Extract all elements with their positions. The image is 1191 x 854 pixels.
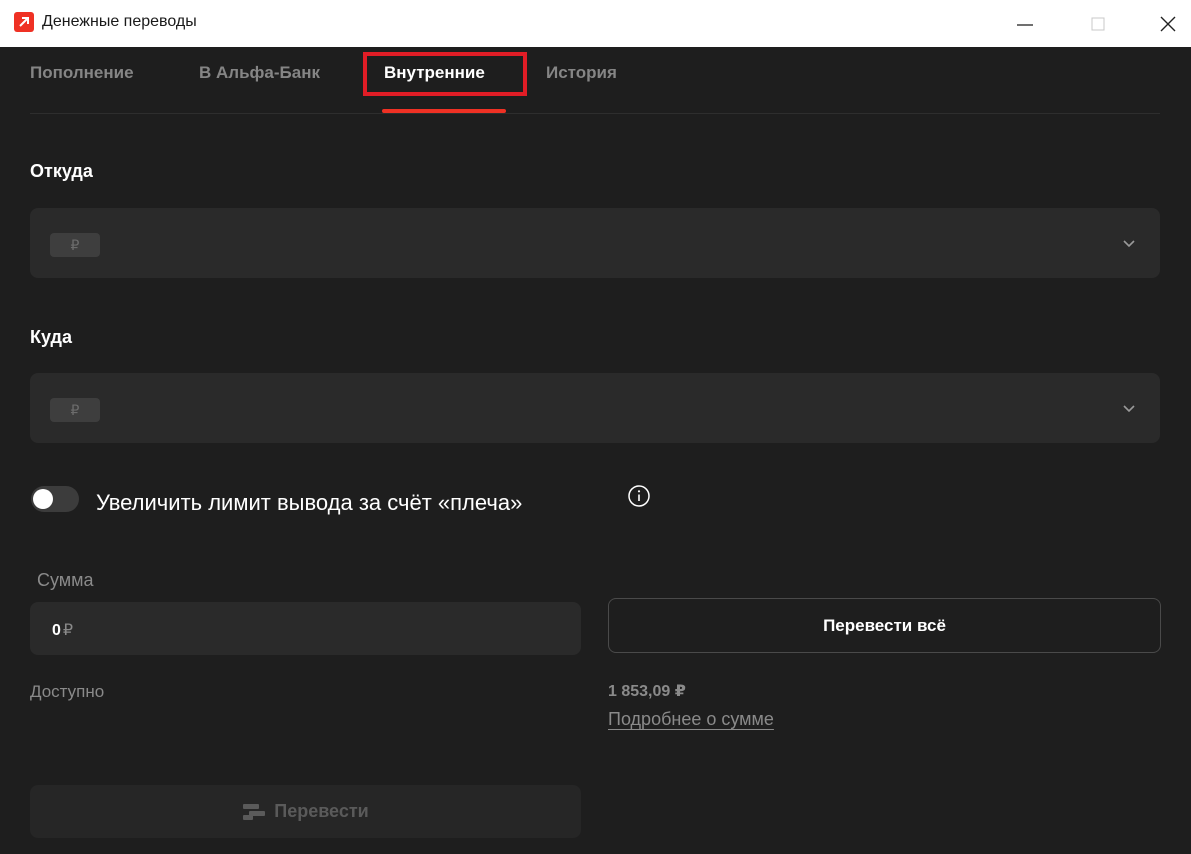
amount-label: Сумма — [37, 570, 94, 590]
maximize-icon — [1091, 17, 1105, 30]
amount-currency: ₽ — [62, 622, 74, 639]
close-icon — [1160, 16, 1176, 31]
tab-bar: Пополнение В Альфа-Банк Внутренние Истор… — [0, 47, 1191, 113]
to-label: Куда — [30, 327, 72, 347]
tab-history[interactable]: История — [546, 63, 617, 83]
transfer-button[interactable]: Перевести — [30, 785, 581, 838]
currency-chip: ₽ — [50, 233, 100, 257]
minimize-button[interactable] — [1002, 0, 1048, 47]
available-label: Доступно — [30, 682, 105, 701]
minimize-icon — [1017, 23, 1033, 26]
window-titlebar: Денежные переводы — [0, 0, 1191, 47]
toggle-knob — [33, 489, 53, 509]
from-account-select[interactable]: ₽ — [30, 208, 1160, 278]
tab-highlight-frame — [363, 52, 527, 96]
alfa-bank-arrow-icon — [14, 12, 34, 32]
amount-details-link[interactable]: Подробнее о сумме — [608, 709, 774, 730]
leverage-toggle[interactable] — [31, 486, 79, 512]
from-label: Откуда — [30, 161, 93, 181]
transfer-icon — [243, 803, 266, 820]
info-icon[interactable] — [627, 484, 651, 508]
transfer-all-button[interactable]: Перевести всё — [608, 598, 1161, 653]
amount-value: 0 ₽ — [52, 620, 73, 640]
currency-chip: ₽ — [50, 398, 100, 422]
tab-replenishment[interactable]: Пополнение — [30, 63, 134, 83]
amount-number: 0 — [52, 622, 61, 639]
leverage-toggle-label: Увеличить лимит вывода за счёт «плеча» — [96, 490, 523, 515]
transfer-button-label: Перевести — [274, 801, 369, 821]
available-value: 1 853,09 ₽ — [608, 683, 686, 700]
tabs-divider — [30, 113, 1160, 114]
to-account-select[interactable]: ₽ — [30, 373, 1160, 443]
window-title: Денежные переводы — [42, 13, 197, 30]
close-button[interactable] — [1145, 0, 1191, 47]
chevron-down-icon — [1123, 240, 1135, 248]
tab-to-alfa-bank[interactable]: В Альфа-Банк — [199, 63, 320, 83]
amount-input[interactable]: 0 ₽ — [30, 602, 581, 655]
chevron-down-icon — [1123, 405, 1135, 413]
maximize-button[interactable] — [1075, 0, 1121, 47]
